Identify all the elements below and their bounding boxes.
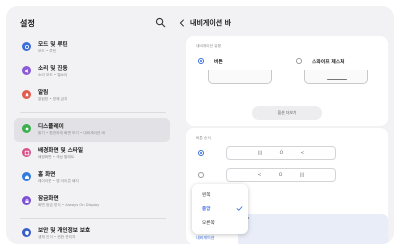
settings-item-subtitle: 모드 • 루틴 — [38, 49, 57, 53]
popup-item-left[interactable]: 왼쪽 — [192, 188, 248, 202]
popup-item-center[interactable]: 중앙 — [192, 202, 248, 216]
sound-icon — [22, 66, 31, 75]
settings-item-sound[interactable]: 소리 및 진동 소리 모드 • 벨소리 — [14, 60, 170, 84]
radio-swipe-gestures[interactable] — [296, 58, 302, 64]
divider — [20, 218, 166, 219]
settings-item-subtitle: 소리 모드 • 벨소리 — [38, 73, 68, 77]
settings-item-display[interactable]: 디스플레이 밝기 • 편안하게 화면 보기 • 내비게이션 바 — [14, 118, 170, 142]
settings-header: 설정 — [16, 17, 166, 32]
divider — [20, 112, 166, 113]
settings-item-label: 소리 및 진동 — [38, 66, 68, 72]
navbar-order-b-preview: < O ||| — [226, 168, 336, 182]
settings-item-security[interactable]: 보안 및 개인정보 보호 생체 인식 • 권한 관리자 — [14, 222, 170, 244]
swipe-preview — [304, 70, 368, 84]
section-label: 내비게이션 유형 — [196, 44, 221, 48]
section-label: 버튼 순서 — [196, 136, 211, 140]
settings-item-wallpaper[interactable]: 배경화면 및 스타일 배경화면 • 색상 팔레트 — [14, 142, 170, 166]
settings-item-label: 보안 및 개인정보 보호 — [38, 228, 91, 234]
settings-window: 설정 모드 및 루틴 모드 • 루틴 소리 및 진동 소리 모드 • 벨소리 알… — [6, 6, 394, 244]
option-label-swipe: 스와이프 제스처 — [312, 60, 345, 65]
settings-item-label: 디스플레이 — [38, 124, 64, 130]
settings-item-label: 홈 화면 — [38, 172, 56, 178]
settings-item-label: 알림 — [38, 90, 49, 96]
popup-item-label: 오른쪽 — [202, 221, 215, 226]
settings-item-label: 배경화면 및 스타일 — [38, 148, 84, 154]
option-label-buttons: 버튼 — [214, 60, 223, 65]
settings-item-subtitle: 생체 인식 • 권한 관리자 — [38, 235, 76, 239]
notification-icon — [22, 90, 31, 99]
recents-glyph: ||| — [257, 150, 263, 156]
more-options-button[interactable]: 옵션 더보기 — [252, 106, 322, 120]
settings-item-modes[interactable]: 모드 및 루틴 모드 • 루틴 — [14, 36, 170, 60]
lock-icon — [22, 196, 31, 205]
search-icon[interactable] — [155, 17, 166, 28]
popup-item-label: 왼쪽 — [202, 193, 211, 198]
home-icon — [22, 172, 31, 181]
popup-item-right[interactable]: 오른쪽 — [192, 216, 248, 230]
modes-icon — [22, 42, 31, 51]
back-icon[interactable] — [178, 19, 186, 27]
wallpaper-icon — [22, 148, 31, 157]
buttons-preview — [208, 70, 272, 84]
radio-order-a[interactable] — [198, 150, 204, 156]
alignment-popup-menu: 왼쪽 중앙 오른쪽 — [192, 184, 248, 234]
settings-item-subtitle: 밝기 • 편안하게 화면 보기 • 내비게이션 바 — [38, 131, 105, 135]
settings-item-subtitle: 알림창 • 방해 금지 — [38, 97, 68, 101]
settings-item-lock-screen[interactable]: 잠금화면 화면 잠금 방식 • Always On Display — [14, 190, 170, 214]
settings-item-notifications[interactable]: 알림 알림창 • 방해 금지 — [14, 84, 170, 108]
settings-item-subtitle: 레이아웃 • 앱 아이콘 배지 — [38, 179, 79, 183]
settings-item-label: 모드 및 루틴 — [38, 42, 68, 48]
home-glyph: O — [278, 172, 283, 178]
radio-order-b[interactable] — [198, 172, 204, 178]
navigation-type-card: 내비게이션 유형 버튼 스와이프 제스처 옵션 더보기 — [186, 36, 388, 126]
navbar-order-a-preview: ||| O < — [226, 146, 336, 160]
security-icon — [22, 228, 31, 237]
home-glyph: O — [279, 150, 284, 156]
back-glyph: < — [300, 150, 305, 156]
settings-list-pane: 설정 모드 및 루틴 모드 • 루틴 소리 및 진동 소리 모드 • 벨소리 알… — [6, 6, 170, 244]
suggestion-link[interactable]: 내비게이션 — [196, 235, 214, 241]
recents-glyph: ||| — [299, 172, 305, 178]
settings-item-label: 잠금화면 — [38, 196, 59, 202]
settings-item-subtitle: 배경화면 • 색상 팔레트 — [38, 155, 75, 159]
display-icon — [22, 124, 31, 133]
page-title: 설정 — [20, 19, 36, 28]
settings-item-subtitle: 화면 잠금 방식 • Always On Display — [38, 203, 100, 207]
radio-buttons[interactable] — [198, 58, 204, 64]
settings-item-home-screen[interactable]: 홈 화면 레이아웃 • 앱 아이콘 배지 — [14, 166, 170, 190]
page-title: 내비게이션 바 — [190, 19, 232, 27]
back-glyph: < — [257, 172, 262, 178]
check-icon — [236, 206, 243, 211]
suggestion-card: ? — [238, 214, 388, 244]
popup-item-label: 중앙 — [202, 207, 211, 212]
